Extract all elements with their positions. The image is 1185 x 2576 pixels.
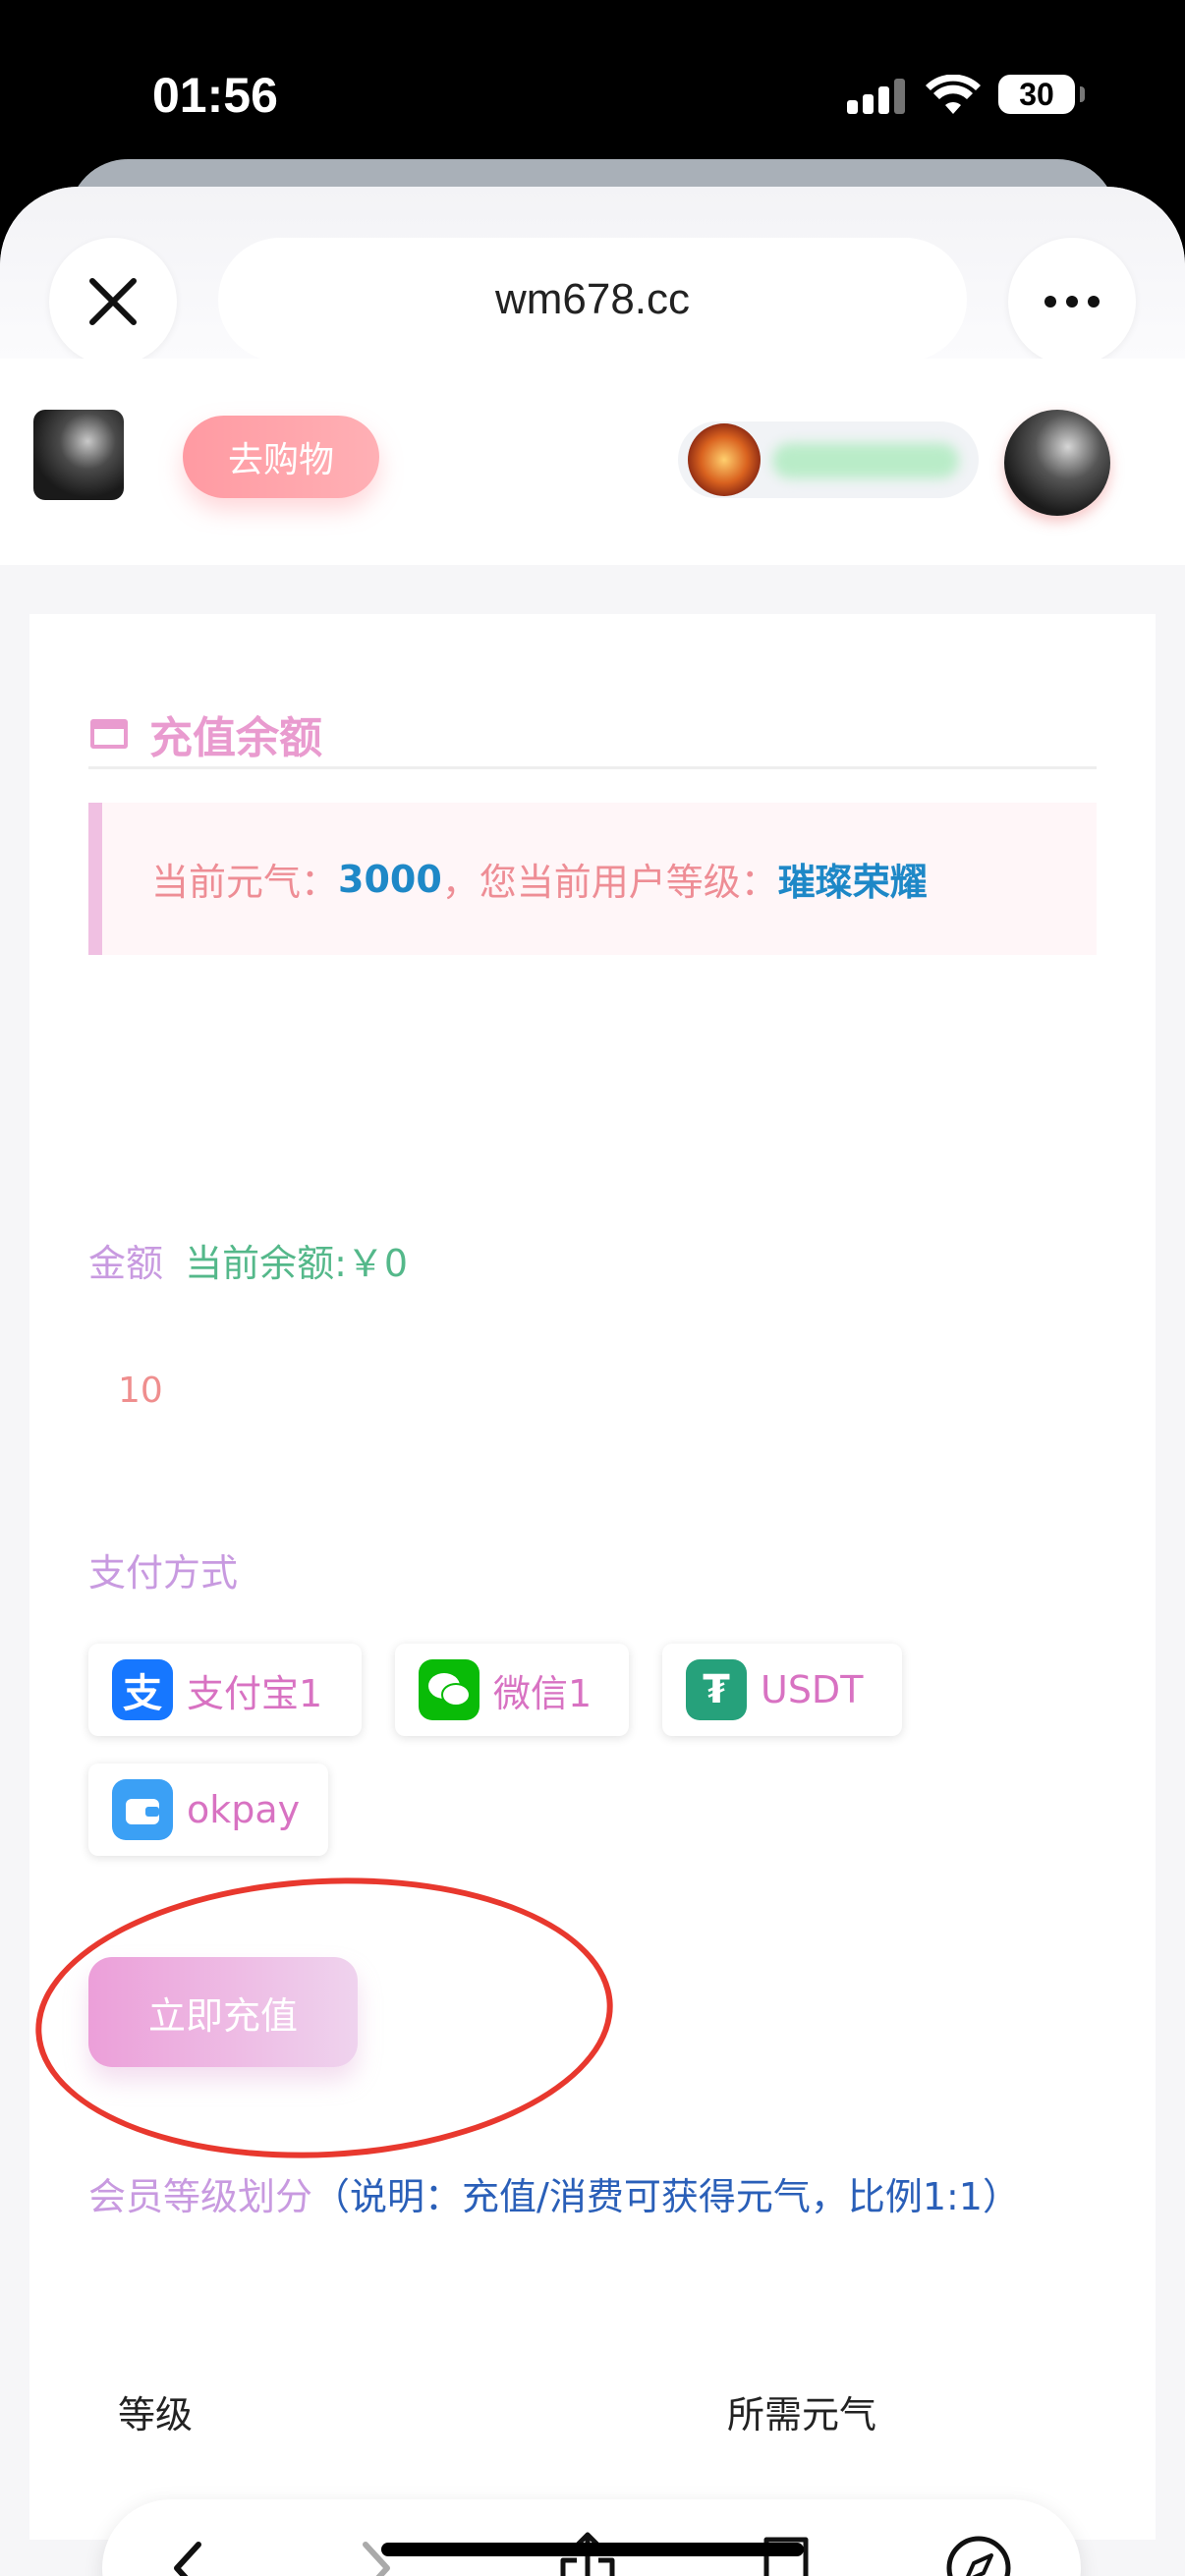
more-icon (1044, 296, 1100, 308)
points-value: 3000 (338, 857, 442, 901)
browser-topbar: wm678.cc (0, 187, 1185, 365)
close-icon (89, 278, 137, 325)
balance-label: 当前余额:￥0 (185, 1242, 409, 1285)
avatar[interactable] (1004, 410, 1110, 516)
wallet-icon (112, 1779, 173, 1840)
site-logo[interactable] (33, 410, 124, 500)
level-notice: 当前元气： 3000 ，您当前用户等级： 璀璨荣耀 (88, 803, 1097, 955)
close-button[interactable] (49, 238, 177, 365)
card-icon (90, 719, 128, 749)
pay-alipay-button[interactable]: 支 支付宝1 (88, 1644, 362, 1736)
status-bar: 01:56 30 (0, 0, 1185, 167)
blurred-username (772, 443, 959, 478)
member-level-heading: 会员等级划分（说明：充值/消费可获得元气，比例1:1） (88, 2152, 1071, 2242)
pay-alipay-label: 支付宝1 (187, 1671, 323, 1715)
home-indicator[interactable] (381, 2543, 804, 2556)
pay-okpay-button[interactable]: okpay (88, 1764, 328, 1856)
page-title-text: 充值余额 (149, 713, 322, 763)
notice-prefix: 当前元气： (151, 861, 339, 904)
back-button[interactable] (149, 2529, 228, 2576)
url-bar[interactable]: wm678.cc (218, 238, 967, 362)
payment-label: 支付方式 (88, 1551, 239, 1595)
member-title: 会员等级划分 (88, 2175, 313, 2218)
battery-icon: 30 (998, 75, 1085, 114)
compass-icon (946, 2536, 1011, 2576)
table-header-level: 等级 (118, 2393, 194, 2436)
divider (88, 766, 1097, 769)
amount-input[interactable]: 10 (118, 1371, 163, 1411)
pay-wechat-label: 微信1 (493, 1671, 592, 1715)
pay-usdt-label: USDT (761, 1668, 864, 1711)
alipay-icon: 支 (112, 1659, 173, 1720)
clock: 01:56 (152, 68, 278, 123)
amount-label: 金额 (88, 1242, 164, 1285)
site-header: 去购物 (0, 359, 1185, 565)
wechat-icon (419, 1659, 480, 1720)
pay-wechat-button[interactable]: 微信1 (395, 1644, 629, 1736)
notice-middle: ，您当前用户等级： (441, 861, 778, 904)
tether-icon: ₮ (686, 1659, 747, 1720)
browser-sheet: wm678.cc 去购物 充值余额 当前元气： 3000 ，您当前用户等级： 璀… (0, 187, 1185, 2576)
safari-button[interactable] (939, 2529, 1018, 2576)
user-badge[interactable] (678, 421, 979, 498)
pay-usdt-button[interactable]: ₮ USDT (662, 1644, 902, 1736)
more-button[interactable] (1008, 238, 1136, 365)
rank-emblem-icon (688, 423, 761, 496)
pay-okpay-label: okpay (187, 1788, 301, 1831)
cellular-signal-icon (847, 79, 910, 114)
browser-toolbar (102, 2499, 1081, 2576)
member-note: （说明：充值/消费可获得元气，比例1:1） (312, 2175, 1020, 2218)
page-title: 充值余额 (90, 702, 322, 765)
amount-row: 金额 当前余额:￥0 (88, 1233, 408, 1287)
recharge-card: 充值余额 当前元气： 3000 ，您当前用户等级： 璀璨荣耀 金额 当前余额:￥… (29, 614, 1156, 2540)
level-value: 璀璨荣耀 (777, 861, 928, 904)
table-header-required: 所需元气 (727, 2393, 877, 2436)
chevron-left-icon (174, 2542, 201, 2576)
wifi-icon (926, 74, 981, 120)
shop-button[interactable]: 去购物 (183, 416, 379, 498)
